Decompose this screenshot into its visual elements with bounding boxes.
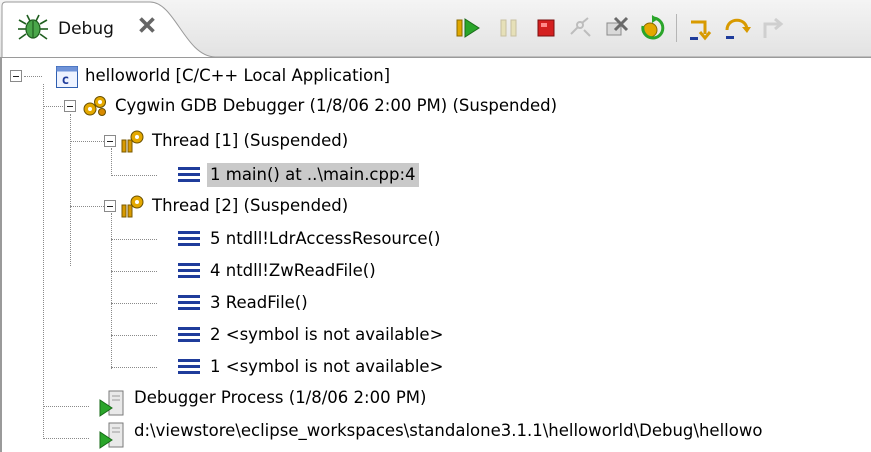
tree-line <box>43 106 63 107</box>
tree-line <box>70 114 71 266</box>
stack-frame-selected[interactable]: 1 main() at ..\main.cpp:4 <box>207 163 419 187</box>
tree-line <box>43 84 44 439</box>
thread-1-node[interactable]: Thread [1] (Suspended) <box>152 129 348 153</box>
tab-title: Debug <box>58 19 114 39</box>
stack-frame[interactable]: 2 <symbol is not available> <box>210 323 443 347</box>
process-icon <box>99 422 124 449</box>
stack-frame-icon <box>178 230 200 248</box>
stack-frame-icon <box>178 166 200 184</box>
tree-line <box>111 239 157 240</box>
tree-line <box>111 335 157 336</box>
tree-line <box>43 438 89 439</box>
thread-icon <box>121 130 144 153</box>
stack-frame-icon <box>178 358 200 376</box>
stack-frame-icon <box>178 294 200 312</box>
collapse-toggle[interactable] <box>104 135 116 147</box>
stack-frame[interactable]: 5 ntdll!LdrAccessResource() <box>210 227 440 251</box>
launch-node[interactable]: helloworld [C/C++ Local Application] <box>85 64 390 88</box>
collapse-toggle[interactable] <box>10 70 22 82</box>
stack-frame[interactable]: 1 <symbol is not available> <box>210 355 443 379</box>
bug-icon <box>18 14 48 40</box>
process-icon <box>99 390 124 417</box>
tree-line <box>111 367 157 368</box>
terminate-icon[interactable] <box>532 14 560 42</box>
resume-icon[interactable] <box>454 14 482 42</box>
tree-line <box>111 148 112 176</box>
program-process-node[interactable]: d:\viewstore\eclipse_workspaces\standalo… <box>134 419 762 443</box>
stack-frame-icon <box>178 262 200 280</box>
close-icon[interactable] <box>136 14 158 36</box>
step-into-icon[interactable] <box>687 14 715 42</box>
svg-text:c: c <box>62 73 70 88</box>
tree-line <box>70 206 104 207</box>
view-header: Debug <box>0 0 871 58</box>
gears-icon <box>83 96 106 116</box>
disconnect-icon[interactable] <box>566 14 594 42</box>
toolbar-separator <box>676 14 677 42</box>
tree-line <box>111 213 112 369</box>
collapse-toggle[interactable] <box>64 100 76 112</box>
debugger-process-node[interactable]: Debugger Process (1/8/06 2:00 PM) <box>134 386 426 410</box>
suspend-icon[interactable] <box>495 14 523 42</box>
stack-frame-icon <box>178 326 200 344</box>
stack-frame[interactable]: 4 ntdll!ZwReadFile() <box>210 259 376 283</box>
tree-line <box>111 303 157 304</box>
step-over-icon[interactable] <box>723 14 751 42</box>
collapse-toggle[interactable] <box>104 200 116 212</box>
tree-line <box>43 406 89 407</box>
tree-line <box>111 271 157 272</box>
restart-icon[interactable] <box>638 14 666 42</box>
thread-2-node[interactable]: Thread [2] (Suspended) <box>152 194 348 218</box>
debugger-node[interactable]: Cygwin GDB Debugger (1/8/06 2:00 PM) (Su… <box>115 94 557 118</box>
tree-line <box>24 76 42 77</box>
debug-tree: c helloworld [C/C++ Local Application] C… <box>8 58 868 452</box>
stack-frame[interactable]: 3 ReadFile() <box>210 291 308 315</box>
tree-line <box>70 141 104 142</box>
thread-icon <box>121 195 144 218</box>
view-border <box>0 58 2 452</box>
tab-debug[interactable]: Debug <box>2 0 212 58</box>
remove-terminated-icon[interactable] <box>603 14 631 42</box>
step-return-icon[interactable] <box>757 14 785 42</box>
c-application-icon: c <box>56 66 78 88</box>
tree-line <box>111 175 157 176</box>
